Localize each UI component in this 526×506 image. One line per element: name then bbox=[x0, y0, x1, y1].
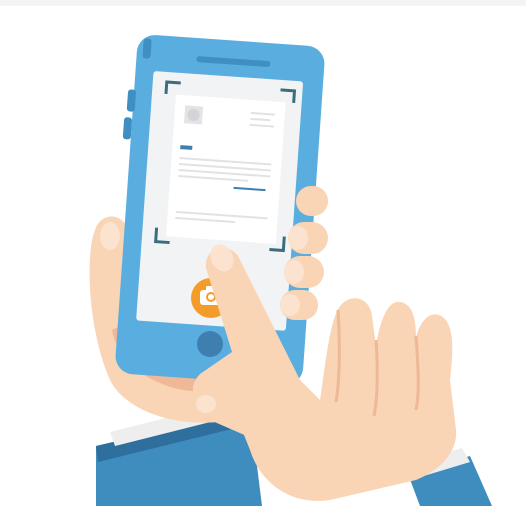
illustration-frame bbox=[0, 0, 526, 506]
home-button-icon[interactable] bbox=[197, 331, 223, 357]
scanned-document bbox=[166, 94, 286, 244]
phone-scan-illustration bbox=[89, 35, 492, 506]
